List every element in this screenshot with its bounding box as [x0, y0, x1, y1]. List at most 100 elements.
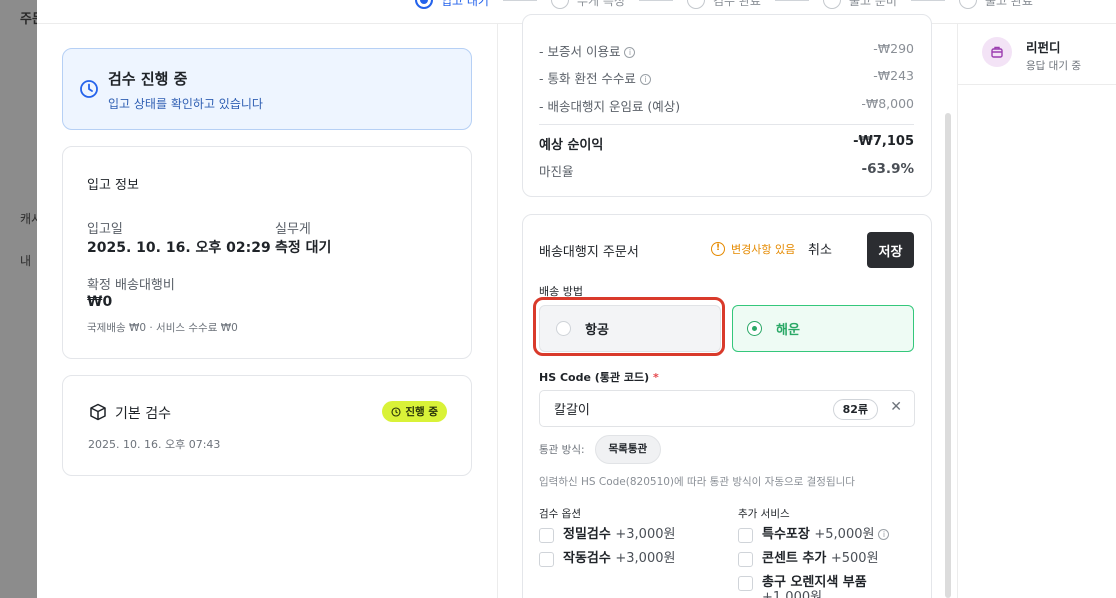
cancel-button[interactable]: 취소: [808, 239, 832, 258]
unsaved-changes-label: 변경사항 있음: [731, 243, 796, 256]
step-inbound-wait: 입고 대기: [415, 0, 489, 9]
cost-row: - 배송대행지 운임료 (예상) -₩8,000: [539, 96, 914, 115]
customs-method-label: 통관 방식:: [539, 444, 585, 456]
step-connector: [910, 0, 945, 1]
customs-method-row: 통관 방식: 목록통관: [539, 435, 662, 464]
step-inspected: 검수 완료: [686, 0, 761, 9]
actual-weight-value: 측정 대기: [275, 240, 332, 256]
annotation-highlight-box: [533, 297, 725, 356]
cost-row: - 보증서 이용료 i -₩290: [539, 41, 914, 60]
inspection-options-title: 검수 옵션: [539, 508, 581, 520]
step-weight: 무게 측정: [550, 0, 625, 9]
checkbox-outlet-add[interactable]: 콘센트 추가 +500원: [738, 551, 879, 567]
forwarding-order-form: 배송대행지 주문서 ! 변경사항 있음 취소 저장 배송 방법 항공 해운 HS…: [522, 214, 932, 598]
order-detail-modal: 입고 대기 무게 측정 검수 완료 출고 준비 출고 완료 검수 진행 중 입고…: [37, 0, 1116, 598]
profit-label: 예상 순이익: [539, 138, 604, 153]
shop-icon: [982, 37, 1012, 67]
checkbox[interactable]: [539, 552, 554, 567]
shipping-option-sea[interactable]: 해운: [732, 305, 914, 352]
info-icon[interactable]: i: [878, 529, 890, 540]
step-connector: [502, 0, 537, 1]
hs-code-label: HS Code (통관 코드) *: [539, 369, 659, 385]
step-label: 검수 완료: [712, 0, 761, 8]
hs-code-label-text: HS Code (통관 코드): [539, 371, 650, 384]
step-dot: [686, 0, 705, 9]
clock-icon: [391, 406, 401, 417]
inbound-info-card: 입고 정보 입고일 2025. 10. 16. 오후 02:29 실무게 측정 …: [62, 146, 472, 359]
background-text: 내: [20, 254, 32, 268]
status-title: 검수 진행 중: [108, 70, 188, 88]
inbound-date-value: 2025. 10. 16. 오후 02:29: [87, 240, 271, 256]
required-marker: *: [652, 371, 659, 384]
checkbox-precise-inspection[interactable]: 정밀검수 +3,000원: [539, 527, 675, 543]
checkbox[interactable]: [738, 552, 753, 567]
cost-value: -₩8,000: [861, 96, 914, 111]
hs-code-input[interactable]: 칼갈이 82류 ✕: [539, 390, 915, 427]
checkbox[interactable]: [738, 576, 753, 591]
cost-and-order-panel: - 보증서 이용료 i -₩290 - 통화 환전 수수료 i -₩243 - 배송…: [497, 14, 955, 598]
hs-chapter-chip: 82류: [832, 399, 878, 420]
inspection-title: 기본 검수: [115, 406, 171, 422]
sea-label: 해운: [776, 323, 800, 338]
status-badge: 진행 중: [382, 401, 447, 422]
info-icon[interactable]: i: [639, 74, 651, 85]
option-label: 총구 오렌지색 부품: [762, 575, 867, 590]
cost-label: - 보증서 이용료: [539, 44, 621, 59]
cost-label: - 통화 환전 수수료: [539, 71, 636, 86]
margin-label: 마진율: [539, 164, 574, 179]
inspection-status-banner: 검수 진행 중 입고 상태를 확인하고 있습니다: [62, 48, 472, 130]
option-label: 콘센트 추가: [762, 551, 827, 566]
step-dot: [415, 0, 433, 9]
inbound-date-label: 입고일: [87, 222, 123, 237]
checkbox-special-packing[interactable]: 특수포장 +5,000원 i: [738, 527, 890, 543]
package-icon: [90, 403, 106, 421]
inbound-info-heading: 입고 정보: [87, 178, 139, 193]
expected-profit-row: 예상 순이익 -₩7,105: [539, 134, 914, 153]
confirmed-fee-label: 확정 배송대행비: [87, 278, 175, 293]
save-button[interactable]: 저장: [867, 232, 914, 268]
step-label: 출고 완료: [984, 0, 1033, 8]
shop-status: 응답 대기 중: [1026, 60, 1081, 72]
margin-value: -63.9%: [861, 161, 914, 177]
confirmed-fee-value: ₩0: [87, 294, 113, 310]
divider: [539, 124, 914, 125]
cost-row: - 통화 환전 수수료 i -₩243: [539, 68, 914, 87]
option-label: 정밀검수: [563, 527, 611, 542]
radio-selected[interactable]: [747, 321, 762, 336]
column-divider: [957, 24, 958, 598]
unsaved-changes-indicator: ! 변경사항 있음: [711, 241, 795, 257]
clear-icon[interactable]: ✕: [890, 399, 902, 415]
shop-name: 리펀디: [1026, 40, 1061, 55]
customs-method-chip: 목록통관: [594, 435, 662, 464]
option-label: 특수포장: [762, 527, 810, 542]
actual-weight-label: 실무게: [275, 222, 311, 237]
fee-breakdown: 국제배송 ₩0 · 서비스 수수료 ₩0: [87, 322, 238, 334]
step-dot: [550, 0, 569, 9]
scrollbar[interactable]: [945, 113, 951, 598]
step-connector: [638, 0, 673, 1]
shop-list-item[interactable]: 리펀디 응답 대기 중: [958, 25, 1116, 85]
step-shipped: 출고 완료: [958, 0, 1033, 9]
info-icon[interactable]: i: [624, 47, 636, 58]
extra-services-title: 추가 서비스: [738, 508, 790, 520]
status-subtitle: 입고 상태를 확인하고 있습니다: [108, 97, 263, 111]
profit-value: -₩7,105: [853, 134, 914, 149]
checkbox[interactable]: [738, 528, 753, 543]
cost-label: - 배송대행지 운임료 (예상): [539, 99, 681, 114]
cost-summary-card: - 보증서 이용료 i -₩290 - 통화 환전 수수료 i -₩243 - 배송…: [522, 14, 932, 197]
cost-value: -₩290: [873, 41, 914, 56]
checkbox-orange-tip[interactable]: 총구 오렌지색 부품 +1,000원: [738, 575, 908, 598]
option-price: +3,000원: [615, 527, 676, 542]
checkbox-function-inspection[interactable]: 작동검수 +3,000원: [539, 551, 675, 567]
margin-row: 마진율 -63.9%: [539, 161, 914, 180]
step-ship-ready: 출고 준비: [822, 0, 897, 9]
step-label: 무게 측정: [576, 0, 625, 8]
progress-stepper: 입고 대기 무게 측정 검수 완료 출고 준비 출고 완료: [415, 0, 1033, 10]
option-price: +3,000원: [615, 551, 676, 566]
inspection-date: 2025. 10. 16. 오후 07:43: [88, 438, 221, 451]
option-price: +500원: [830, 551, 879, 566]
checkbox[interactable]: [539, 528, 554, 543]
step-label: 출고 준비: [848, 0, 897, 8]
cost-value: -₩243: [873, 68, 914, 83]
step-dot: [822, 0, 841, 9]
